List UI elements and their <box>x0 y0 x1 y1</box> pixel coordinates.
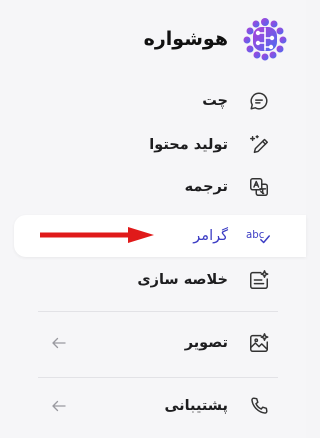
sidebar-item-label: ترجمه <box>184 179 228 195</box>
arrow-left-icon[interactable] <box>48 395 70 417</box>
sidebar-item-chat[interactable]: چت <box>0 81 306 121</box>
sidebar-item-translate[interactable]: ترجمه <box>0 167 306 207</box>
sidebar-item-label: تصویر <box>184 335 228 351</box>
divider <box>38 311 278 312</box>
svg-text:abc: abc <box>246 230 264 241</box>
sidebar-item-label: تولید محتوا <box>149 137 228 153</box>
sidebar-panel: هوشواره چت تولید محتوا ترجمه abc گرامر خ… <box>0 0 306 438</box>
chat-bubble-icon <box>246 88 272 114</box>
sidebar-header: هوشواره <box>144 14 290 64</box>
divider <box>38 377 278 378</box>
sidebar-item-label: خلاصه سازی <box>137 272 228 288</box>
summary-sparkle-icon <box>246 267 272 293</box>
brain-logo-icon[interactable] <box>240 14 290 64</box>
translate-icon <box>246 174 272 200</box>
pen-sparkle-icon <box>246 132 272 158</box>
sidebar-item-label: گرامر <box>193 228 228 244</box>
sidebar-item-content[interactable]: تولید محتوا <box>0 125 306 165</box>
spellcheck-icon: abc <box>246 223 272 249</box>
sidebar-item-summary[interactable]: خلاصه سازی <box>0 260 306 300</box>
app-title: هوشواره <box>143 28 228 50</box>
sidebar-item-label: چت <box>202 93 228 109</box>
sidebar-item-image[interactable]: تصویر <box>0 323 306 363</box>
image-sparkle-icon <box>246 330 272 356</box>
arrow-left-icon[interactable] <box>48 332 70 354</box>
pointer-arrow-icon <box>40 227 154 243</box>
sidebar-item-label: پشتیبانی <box>164 398 228 414</box>
sidebar-item-support[interactable]: پشتیبانی <box>0 386 306 426</box>
phone-icon <box>246 393 272 419</box>
